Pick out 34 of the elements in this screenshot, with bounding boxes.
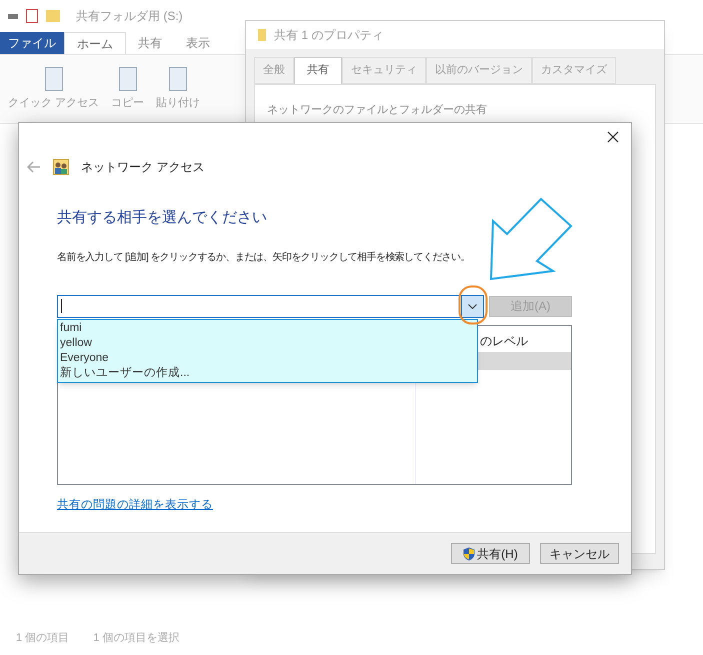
dialog-heading: 共有する相手を選んでください [57, 208, 268, 228]
document-icon[interactable] [26, 9, 38, 23]
dropdown-item[interactable]: yellow [60, 336, 477, 350]
drive-icon[interactable] [8, 14, 18, 18]
dropdown-button[interactable] [461, 296, 483, 316]
tab[interactable]: 共有 [294, 57, 342, 84]
group-title: ネットワークのファイルとフォルダーの共有 [267, 104, 487, 116]
ribbon-icon [169, 67, 188, 91]
people-icon [53, 159, 69, 175]
dialog-button[interactable]: 共有(H) [451, 543, 530, 564]
column-header: のレベル [479, 332, 529, 350]
ribbon-tab[interactable]: ファイル [0, 32, 64, 54]
instruction-text: 名前を入力して [追加] をクリックするか、または、矢印をクリックして相手を検索してください。 [57, 250, 471, 264]
shield-icon [463, 546, 476, 560]
dialog-title: ネットワーク アクセス [81, 159, 204, 176]
status-text: 1 個の項目 [16, 631, 70, 646]
dropdown-item[interactable]: fumi [60, 320, 477, 336]
chevron-down-icon [468, 304, 477, 308]
dialog-button[interactable]: キャンセル [540, 543, 619, 564]
name-combo-box[interactable] [57, 294, 484, 318]
ribbon-tab[interactable]: 表示 [174, 32, 222, 54]
ribbon-tab[interactable]: ホーム [64, 32, 126, 54]
window-title: 共有 1 のプロパティ [274, 27, 384, 44]
ribbon-icon [44, 67, 63, 91]
folder-icon [258, 29, 266, 41]
status-text: 1 個の項目を選択 [93, 631, 180, 646]
dropdown-item[interactable]: 新しいユーザーの作成... [60, 366, 477, 380]
ribbon-tab[interactable]: 共有 [126, 32, 174, 54]
window-title: 共有フォルダ用 (S:) [76, 8, 183, 25]
ribbon-icon [118, 67, 137, 91]
dropdown-item[interactable]: Everyone [60, 350, 477, 366]
details-link[interactable]: 共有の問題の詳細を表示する [57, 496, 213, 514]
highlight-ring [458, 284, 488, 324]
text-cursor [61, 299, 62, 313]
